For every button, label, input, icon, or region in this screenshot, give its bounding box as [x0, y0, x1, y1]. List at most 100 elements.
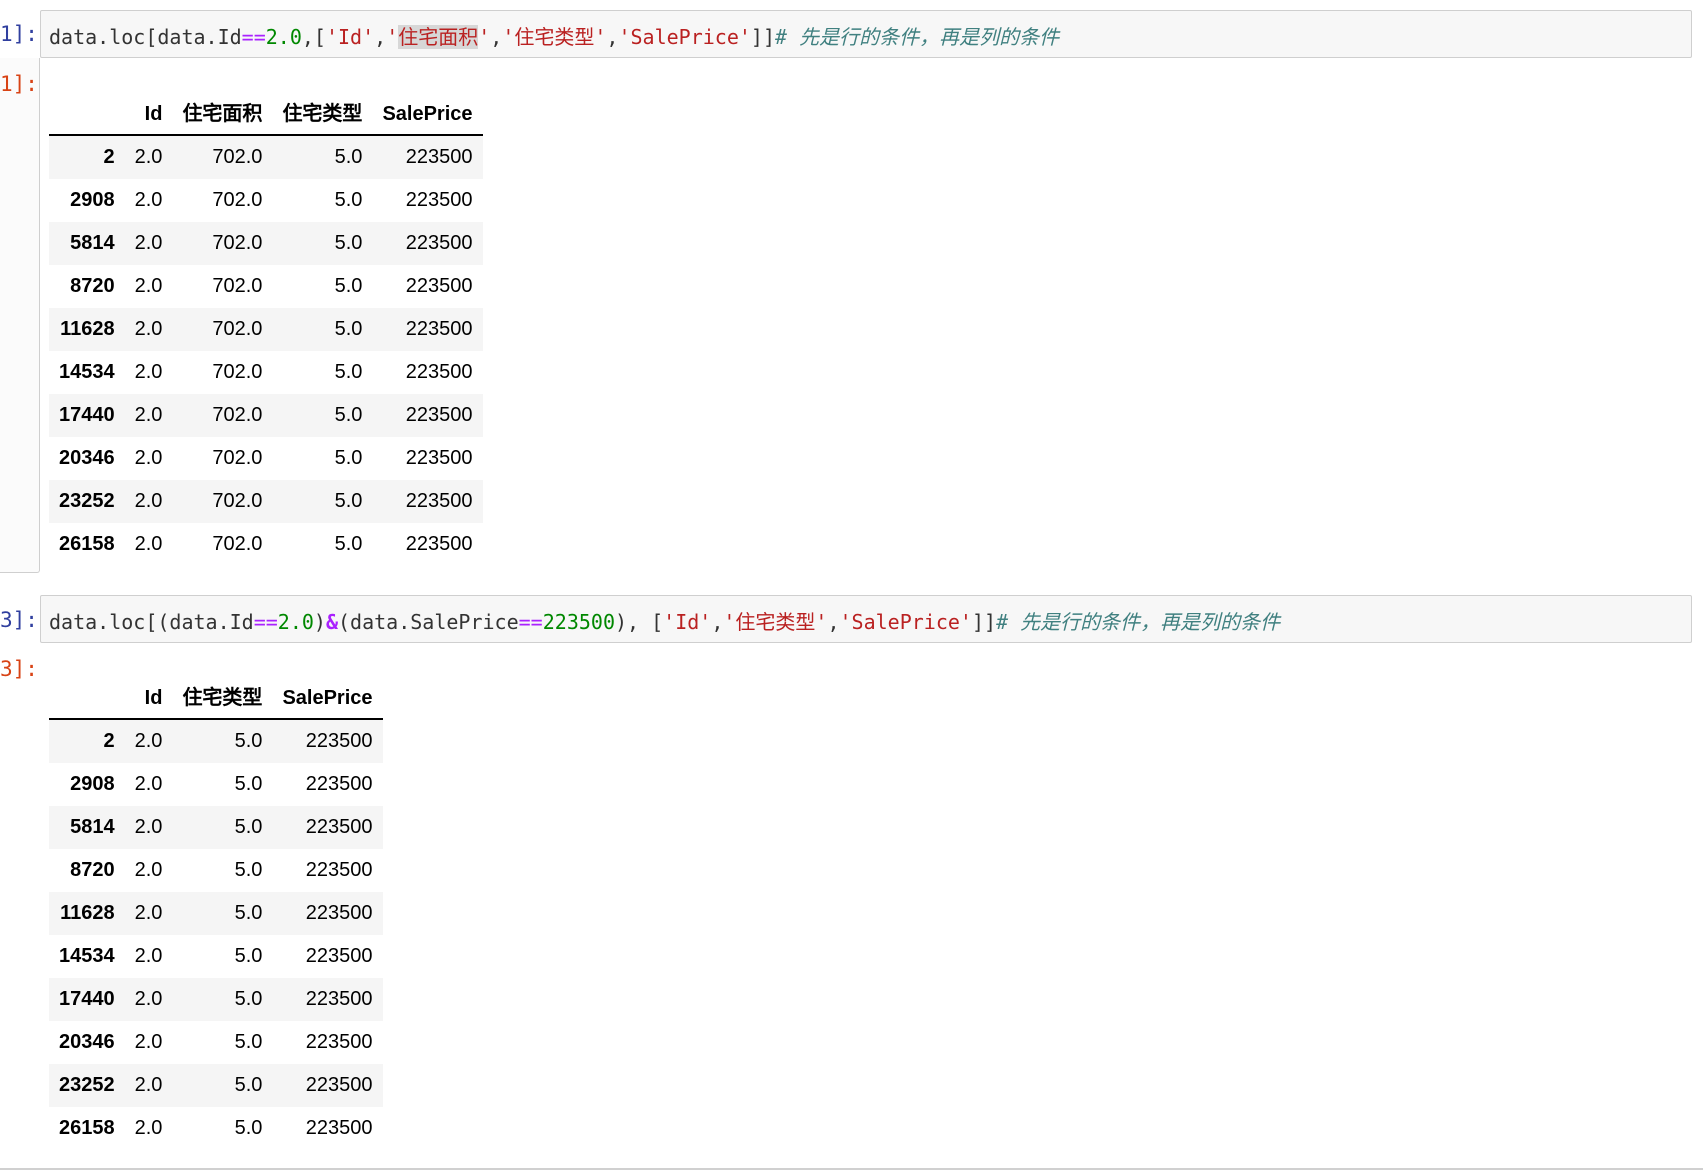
- table-row: 14534 2.0 5.0 223500: [49, 935, 383, 978]
- table-cell: 2.0: [134, 902, 163, 924]
- table-cell: 223500: [305, 945, 373, 967]
- table-cell: 2.0: [134, 232, 163, 254]
- code-token: 2.0: [265, 25, 302, 49]
- column-header: Id: [144, 103, 163, 125]
- table-row: 8720 2.0 702.0 5.0 223500: [49, 265, 483, 308]
- code-token: ==: [518, 610, 543, 634]
- table-cell: 2.0: [134, 945, 163, 967]
- table-row: 20346 2.0 5.0 223500: [49, 1021, 383, 1064]
- code-token: ==: [253, 610, 278, 634]
- table-cell: 2.0: [134, 275, 163, 297]
- table-cell: 2.0: [134, 447, 163, 469]
- row-index: 2908: [70, 773, 115, 795]
- table-cell: 2.0: [134, 1074, 163, 1096]
- row-index: 23252: [59, 490, 115, 512]
- table-cell: 5.0: [234, 1074, 263, 1096]
- code-token: 2.0: [277, 610, 314, 634]
- table-cell: 2.0: [134, 361, 163, 383]
- table-cell: 223500: [405, 232, 473, 254]
- table-cell: 5.0: [334, 189, 363, 211]
- index-header: [49, 672, 125, 719]
- row-index: 14534: [59, 361, 115, 383]
- table-row: 2908 2.0 5.0 223500: [49, 763, 383, 806]
- table-cell: 2.0: [134, 816, 163, 838]
- column-header: 住宅类型: [282, 103, 363, 125]
- input-prompt: 3]:: [0, 608, 38, 632]
- code-token: ,: [827, 610, 840, 634]
- table-cell: 223500: [305, 1117, 373, 1139]
- column-header: SalePrice: [282, 687, 373, 709]
- table-cell: 223500: [305, 773, 373, 795]
- code-token: ): [313, 610, 326, 634]
- table-cell: 223500: [405, 404, 473, 426]
- code-comment: # 先是行的条件，再是列的条件: [775, 25, 1060, 49]
- table-row: 17440 2.0 5.0 223500: [49, 978, 383, 1021]
- index-header: [49, 88, 125, 135]
- code-token: (data.SalePrice: [338, 610, 519, 634]
- table-header-row: Id 住宅面积 住宅类型 SalePrice: [49, 88, 483, 135]
- table-row: 2 2.0 702.0 5.0 223500: [49, 135, 483, 179]
- table-cell: 223500: [405, 146, 473, 168]
- table-cell: 223500: [405, 275, 473, 297]
- code-line[interactable]: data.loc[data.Id==2.0,['Id','住宅面积','住宅类型…: [49, 21, 1059, 50]
- table-cell: 2.0: [134, 189, 163, 211]
- row-index: 5814: [70, 232, 115, 254]
- row-index: 5814: [70, 816, 115, 838]
- table-row: 2908 2.0 702.0 5.0 223500: [49, 179, 483, 222]
- table-row: 17440 2.0 702.0 5.0 223500: [49, 394, 483, 437]
- table-row: 20346 2.0 702.0 5.0 223500: [49, 437, 483, 480]
- table-cell: 5.0: [334, 447, 363, 469]
- row-index: 17440: [59, 404, 115, 426]
- table-row: 23252 2.0 5.0 223500: [49, 1064, 383, 1107]
- code-token: 'Id': [325, 25, 375, 49]
- table-cell: 702.0: [212, 232, 263, 254]
- code-token: '住宅类型': [723, 610, 828, 634]
- table-cell: 5.0: [334, 318, 363, 340]
- table-cell: 5.0: [334, 232, 363, 254]
- table-cell: 5.0: [234, 902, 263, 924]
- code-token: ,: [606, 25, 619, 49]
- table-cell: 5.0: [334, 361, 363, 383]
- code-input-cell[interactable]: data.loc[data.Id==2.0,['Id','住宅面积','住宅类型…: [40, 10, 1692, 58]
- table-cell: 223500: [405, 318, 473, 340]
- table-cell: 223500: [405, 189, 473, 211]
- table-cell: 5.0: [234, 1031, 263, 1053]
- table-cell: 5.0: [234, 816, 263, 838]
- dataframe-output-table: Id 住宅类型 SalePrice 2 2.0 5.0 223500 2908 2.0 5.…: [49, 672, 383, 1150]
- table-cell: 223500: [305, 730, 373, 752]
- table-cell: 223500: [305, 816, 373, 838]
- code-token: ': [386, 25, 399, 49]
- code-token: ]]: [971, 610, 997, 634]
- table-cell: 5.0: [234, 945, 263, 967]
- code-comment: # 先是行的条件，再是列的条件: [996, 610, 1281, 634]
- table-row: 8720 2.0 5.0 223500: [49, 849, 383, 892]
- code-token: 'SalePrice': [618, 25, 751, 49]
- table-row: 14534 2.0 702.0 5.0 223500: [49, 351, 483, 394]
- output-collapse-bar[interactable]: [0, 58, 40, 573]
- row-index: 26158: [59, 1117, 115, 1139]
- table-cell: 702.0: [212, 189, 263, 211]
- table-cell: 702.0: [212, 447, 263, 469]
- table-row: 5814 2.0 702.0 5.0 223500: [49, 222, 483, 265]
- table-row: 11628 2.0 702.0 5.0 223500: [49, 308, 483, 351]
- table-cell: 702.0: [212, 361, 263, 383]
- table-cell: 5.0: [334, 275, 363, 297]
- row-index: 2908: [70, 189, 115, 211]
- row-index: 11628: [60, 318, 115, 340]
- table-row: 23252 2.0 702.0 5.0 223500: [49, 480, 483, 523]
- table-row: 5814 2.0 5.0 223500: [49, 806, 383, 849]
- table-cell: 702.0: [212, 490, 263, 512]
- table-cell: 223500: [305, 1031, 373, 1053]
- table-cell: 2.0: [134, 859, 163, 881]
- table-cell: 2.0: [134, 988, 163, 1010]
- row-index: 17440: [59, 988, 115, 1010]
- table-cell: 5.0: [334, 533, 363, 555]
- code-token: ': [478, 25, 491, 49]
- row-index: 20346: [59, 1031, 115, 1053]
- code-line[interactable]: data.loc[(data.Id==2.0)&(data.SalePrice=…: [49, 606, 1280, 635]
- table-cell: 702.0: [212, 146, 263, 168]
- table-cell: 5.0: [234, 1117, 263, 1139]
- table-cell: 5.0: [334, 146, 363, 168]
- code-input-cell[interactable]: data.loc[(data.Id==2.0)&(data.SalePrice=…: [40, 595, 1692, 643]
- table-cell: 5.0: [234, 859, 263, 881]
